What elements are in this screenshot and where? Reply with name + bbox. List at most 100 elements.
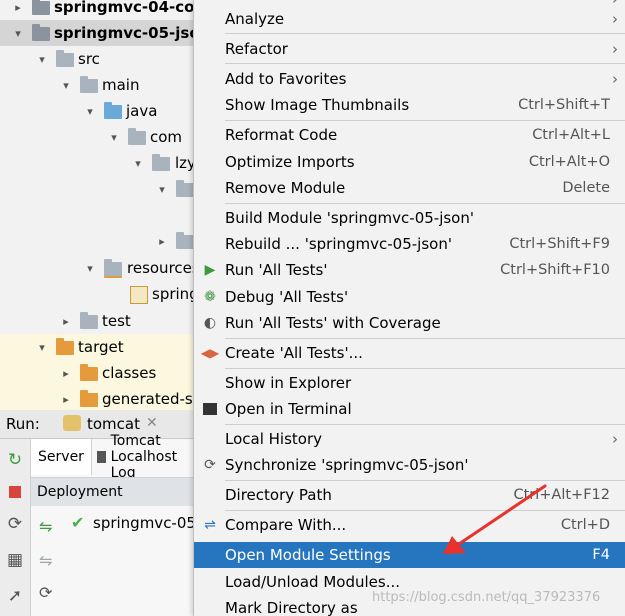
tree-item-springmvc-05[interactable]: ▾ springmvc-05-json — [0, 20, 196, 46]
menu-item-rebuild[interactable]: Rebuild ... 'springmvc-05-json' Ctrl+Shi… — [194, 231, 625, 257]
compare-icon: ⇌ — [204, 517, 216, 533]
tree-item-generated-sources[interactable]: ▸ generated-sources — [0, 386, 196, 410]
menu-item-directory-path[interactable]: Directory Path Ctrl+Alt+F12 — [194, 482, 625, 508]
chevron-right-icon[interactable]: ▸ — [60, 315, 72, 328]
tree-item-subpackage[interactable]: ▾ — [0, 176, 196, 202]
deploy-icon[interactable]: ⇋ — [39, 517, 52, 536]
menu-item-show-in-explorer[interactable]: Show in Explorer — [194, 370, 625, 396]
chevron-right-icon[interactable]: ▸ — [156, 235, 168, 248]
menu-separator — [225, 203, 625, 204]
menu-separator — [225, 424, 625, 425]
run-config-tab[interactable]: tomcat — [87, 415, 140, 433]
tree-item-spring-config[interactable]: spring — [0, 281, 196, 307]
chevron-right-icon[interactable]: ▸ — [12, 1, 24, 14]
menu-separator — [225, 63, 625, 64]
project-tree: ▸ springmvc-04-controller ▾ springmvc-05… — [0, 0, 196, 410]
tree-item-test[interactable]: ▸ test — [0, 308, 196, 334]
tree-item-target[interactable]: ▾ target — [0, 334, 196, 360]
menu-separator — [225, 33, 625, 34]
chevron-down-icon[interactable]: ▾ — [156, 183, 168, 196]
tree-item-lzy[interactable]: ▾ lzy — [0, 150, 196, 176]
stop-icon[interactable] — [5, 482, 25, 502]
tree-item-java[interactable]: ▾ java — [0, 98, 196, 124]
run-panel-body: Server Tomcat Localhost Log Deployment ⇋… — [31, 433, 232, 616]
update-icon[interactable]: ⟳ — [39, 583, 52, 602]
module-folder-icon — [32, 0, 50, 15]
excluded-folder-icon — [56, 338, 74, 355]
chevron-right-icon[interactable]: ▸ — [60, 393, 72, 406]
module-folder-icon — [32, 24, 50, 41]
tab-tomcat-log-label: Tomcat Localhost Log — [110, 433, 178, 481]
menu-item-open-in-terminal[interactable]: Open in Terminal — [194, 396, 625, 422]
pin-icon[interactable]: ➚ — [5, 586, 25, 606]
menu-item-analyze[interactable]: Analyze › — [194, 6, 625, 32]
tree-item-src[interactable]: ▾ src — [0, 46, 196, 72]
menu-item-run-with-coverage[interactable]: ◐ Run 'All Tests' with Coverage — [194, 310, 625, 336]
folder-icon — [56, 50, 74, 67]
undeploy-icon[interactable]: ⇋ — [39, 551, 52, 570]
menu-item-remove-module[interactable]: Remove Module Delete — [194, 175, 625, 201]
run-label: Run: — [6, 415, 40, 433]
menu-item-local-history[interactable]: Local History › — [194, 426, 625, 452]
deployment-header: Deployment — [31, 477, 196, 506]
menu-item-run-all-tests[interactable]: ▶ Run 'All Tests' Ctrl+Shift+F10 — [194, 257, 625, 283]
menu-item-refactor[interactable]: Refactor › — [194, 36, 625, 62]
package-icon — [176, 232, 194, 249]
create-test-icon: ◀▶ — [200, 346, 220, 360]
menu-separator — [225, 120, 625, 121]
log-icon — [97, 451, 106, 463]
menu-item-show-image-thumbnails[interactable]: Show Image Thumbnails Ctrl+Shift+T — [194, 92, 625, 118]
tree-item-main[interactable]: ▾ main — [0, 72, 196, 98]
tree-item-resources[interactable]: ▾ resources — [0, 255, 196, 281]
submenu-arrow-icon: › — [612, 40, 618, 58]
xml-file-icon — [130, 286, 148, 304]
chevron-down-icon[interactable]: ▾ — [108, 131, 120, 144]
folder-icon — [80, 76, 98, 93]
submenu-arrow-icon: › — [612, 430, 618, 448]
submenu-arrow-icon: › — [612, 10, 618, 28]
chevron-down-icon[interactable]: ▾ — [60, 79, 72, 92]
deployment-header-label: Deployment — [37, 484, 123, 500]
close-icon[interactable]: ✕ — [146, 415, 158, 431]
tree-item-subpackage-collapsed[interactable]: ▸ — [0, 228, 196, 254]
menu-separator — [225, 480, 625, 481]
tree-item-com[interactable]: ▾ com — [0, 124, 196, 150]
menu-item-optimize-imports[interactable]: Optimize Imports Ctrl+Alt+O — [194, 149, 625, 175]
chevron-right-icon[interactable]: ▸ — [60, 367, 72, 380]
rerun-icon[interactable]: ↻ — [5, 450, 25, 470]
tree-item-springmvc-04[interactable]: ▸ springmvc-04-controller — [0, 0, 196, 20]
resources-folder-icon — [104, 259, 122, 278]
chevron-down-icon[interactable]: ▾ — [36, 53, 48, 66]
tomcat-icon — [63, 415, 81, 431]
menu-item-reformat-code[interactable]: Reformat Code Ctrl+Alt+L — [194, 122, 625, 148]
menu-item-open-module-settings[interactable]: Open Module Settings F4 — [194, 542, 625, 568]
menu-item-synchronize[interactable]: ⟳ Synchronize 'springmvc-05-json' — [194, 452, 625, 478]
chevron-down-icon[interactable]: ▾ — [84, 262, 96, 275]
run-icon: ▶ — [204, 262, 216, 278]
chevron-down-icon[interactable]: ▾ — [12, 27, 24, 40]
context-menu: › Analyze › Refactor › Add to Favorites … — [193, 0, 625, 616]
tab-server[interactable]: Server — [31, 439, 92, 475]
chevron-down-icon[interactable]: ▾ — [132, 157, 144, 170]
tab-tomcat-log[interactable]: Tomcat Localhost Log — [93, 433, 203, 481]
run-toolbar: ↻ ⟳ ▦ ➚ — [0, 439, 31, 616]
menu-item-debug-all-tests[interactable]: ❁ Debug 'All Tests' — [194, 284, 625, 310]
tab-server-label: Server — [38, 449, 84, 465]
menu-separator — [225, 338, 625, 339]
menu-item-add-to-favorites[interactable]: Add to Favorites › — [194, 66, 625, 92]
sync-icon: ⟳ — [204, 457, 216, 473]
menu-item-create-all-tests[interactable]: ◀▶ Create 'All Tests'... — [194, 340, 625, 366]
source-folder-icon — [104, 102, 122, 119]
layout-icon[interactable]: ▦ — [5, 550, 25, 570]
menu-item-build-module[interactable]: Build Module 'springmvc-05-json' — [194, 205, 625, 231]
package-icon — [152, 154, 170, 171]
watermark: https://blog.csdn.net/qq_37923376 — [372, 590, 601, 605]
chevron-down-icon[interactable]: ▾ — [84, 105, 96, 118]
tree-item-classes[interactable]: ▸ classes — [0, 360, 196, 386]
menu-separator — [225, 368, 625, 369]
menu-item-compare-with[interactable]: ⇌ Compare With... Ctrl+D — [194, 512, 625, 538]
excluded-folder-icon — [80, 390, 98, 407]
refresh-icon[interactable]: ⟳ — [5, 514, 25, 534]
chevron-down-icon[interactable]: ▾ — [36, 341, 48, 354]
terminal-icon — [202, 401, 218, 417]
